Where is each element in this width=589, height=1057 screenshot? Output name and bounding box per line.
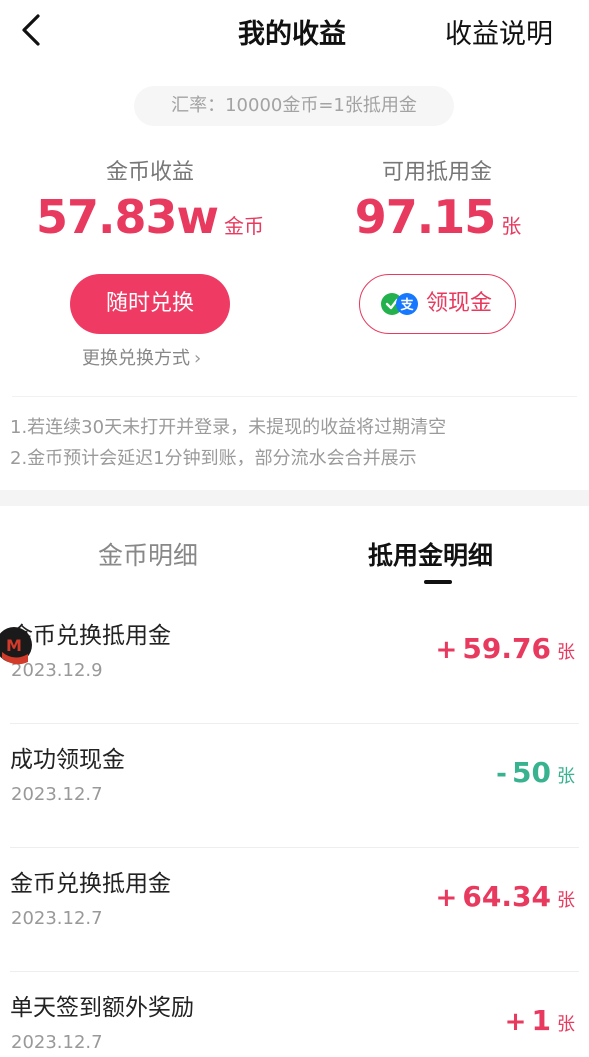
record-date: 2023.12.7 bbox=[11, 1032, 103, 1053]
chevron-right-icon: › bbox=[194, 348, 202, 369]
record-amount-value: 1 bbox=[531, 1004, 551, 1037]
tab-voucher-details[interactable]: 抵用金明细 bbox=[368, 536, 493, 572]
header: 我的收益 收益说明 bbox=[0, 0, 589, 64]
svg-text:M: M bbox=[6, 636, 22, 655]
record-amount: + 59.76 张 bbox=[436, 632, 575, 665]
record-amount-unit: 张 bbox=[557, 890, 575, 911]
record-row[interactable]: 金币兑换抵用金 2023.12.7 + 64.34 张 bbox=[0, 848, 589, 972]
voucher-available-number: 97.15 bbox=[354, 190, 497, 244]
change-exchange-method-label: 更换兑换方式 bbox=[82, 348, 190, 369]
record-amount-sign: + bbox=[435, 883, 458, 913]
watermark-logo: M bbox=[0, 627, 32, 665]
coin-earnings-value: 57.83w 金币 bbox=[0, 190, 300, 244]
record-title: 金币兑换抵用金 bbox=[10, 623, 171, 649]
coin-earnings-label: 金币收益 bbox=[105, 160, 194, 185]
record-amount-value: 50 bbox=[512, 756, 551, 789]
record-title: 单天签到额外奖励 bbox=[10, 995, 194, 1021]
page: 我的收益 收益说明 汇率：10000金币=1张抵用金 金币收益 57.83w 金币… bbox=[0, 0, 589, 1057]
coin-earnings-number: 57.83w bbox=[36, 190, 219, 244]
section-separator bbox=[0, 490, 589, 506]
earnings-explanation-link[interactable]: 收益说明 bbox=[445, 12, 553, 51]
record-amount: + 64.34 张 bbox=[436, 880, 575, 913]
change-exchange-method-link[interactable]: 更换兑换方式 › bbox=[82, 344, 201, 370]
note-item: 1.若连续30天未打开并登录，未提现的收益将过期清空 bbox=[10, 417, 447, 438]
record-amount-sign: + bbox=[435, 635, 458, 665]
get-cash-button[interactable]: 支 领现金 bbox=[359, 274, 516, 334]
svg-text:支: 支 bbox=[399, 297, 414, 313]
voucher-available-value: 97.15 张 bbox=[288, 190, 588, 244]
record-amount-unit: 张 bbox=[557, 642, 575, 663]
voucher-available-label: 可用抵用金 bbox=[381, 160, 492, 185]
coin-earnings-unit: 金币 bbox=[224, 214, 264, 238]
record-date: 2023.12.7 bbox=[11, 784, 103, 805]
divider bbox=[12, 396, 577, 397]
record-amount-sign: - bbox=[496, 759, 507, 789]
record-date: 2023.12.7 bbox=[11, 908, 103, 929]
wechat-pay-alipay-icon: 支 bbox=[381, 293, 418, 315]
back-button[interactable] bbox=[14, 12, 50, 48]
record-row[interactable]: 成功领现金 2023.12.7 - 50 张 bbox=[0, 724, 589, 848]
record-amount-value: 64.34 bbox=[462, 880, 551, 913]
chevron-left-icon bbox=[22, 14, 40, 46]
record-amount-sign: + bbox=[504, 1007, 527, 1037]
record-amount: - 50 张 bbox=[496, 756, 575, 789]
record-title: 成功领现金 bbox=[10, 747, 125, 773]
exchange-anytime-button[interactable]: 随时兑换 bbox=[70, 274, 230, 334]
record-row[interactable]: 单天签到额外奖励 2023.12.7 + 1张 bbox=[0, 972, 589, 1057]
record-amount-unit: 张 bbox=[557, 1014, 575, 1035]
record-row[interactable]: 金币兑换抵用金 2023.12.9 + 59.76 张 bbox=[0, 600, 589, 724]
get-cash-label: 领现金 bbox=[426, 291, 493, 316]
record-amount: + 1张 bbox=[505, 1004, 575, 1037]
active-tab-indicator bbox=[424, 580, 452, 584]
record-title: 金币兑换抵用金 bbox=[10, 871, 171, 897]
record-amount-unit: 张 bbox=[557, 766, 575, 787]
voucher-available-unit: 张 bbox=[501, 214, 522, 238]
tab-coin-details[interactable]: 金币明细 bbox=[98, 536, 198, 572]
page-title: 我的收益 bbox=[238, 19, 346, 50]
record-amount-value: 59.76 bbox=[462, 632, 551, 665]
notes: 1.若连续30天未打开并登录，未提现的收益将过期清空 2.金币预计会延迟1分钟到… bbox=[10, 412, 446, 474]
note-item: 2.金币预计会延迟1分钟到账，部分流水会合并展示 bbox=[10, 448, 417, 469]
exchange-rate-badge: 汇率：10000金币=1张抵用金 bbox=[134, 86, 454, 126]
